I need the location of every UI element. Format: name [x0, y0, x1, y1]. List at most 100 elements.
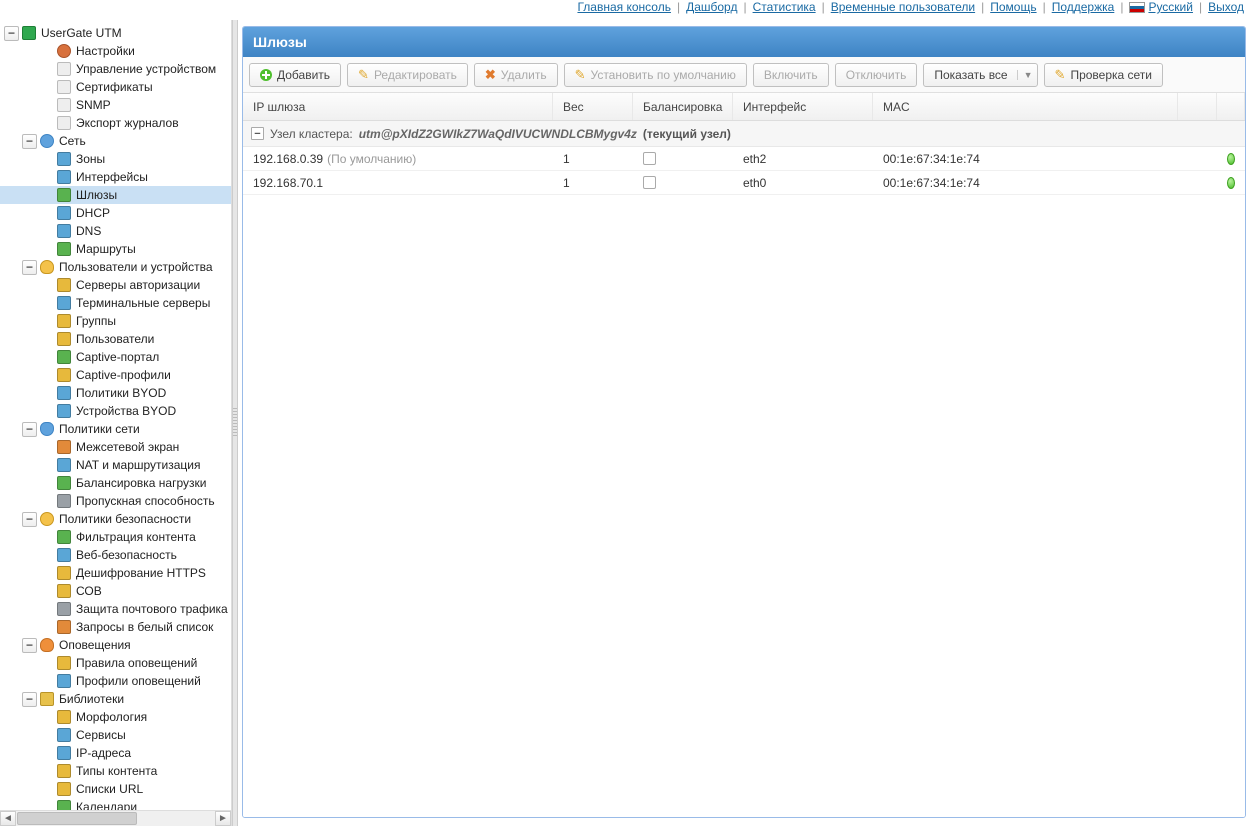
nav-support[interactable]: Поддержка	[1052, 0, 1115, 14]
tree-node[interactable]: SNMP	[0, 96, 231, 114]
tree-node[interactable]: Терминальные серверы	[0, 294, 231, 312]
edit-button[interactable]: ✎ Редактировать	[347, 63, 468, 87]
nav-logout[interactable]: Выход	[1208, 0, 1244, 14]
sec-icon	[39, 511, 55, 527]
scroll-right-icon[interactable]: ►	[215, 811, 231, 826]
expand-toggle-icon[interactable]: −	[22, 422, 37, 437]
tree-node[interactable]: − Библиотеки	[0, 690, 231, 708]
expand-toggle-icon[interactable]: −	[22, 260, 37, 275]
enable-button[interactable]: Включить	[753, 63, 829, 87]
expand-toggle-icon[interactable]: −	[22, 692, 37, 707]
tree-node[interactable]: −Политики сети	[0, 420, 231, 438]
tree-node[interactable]: −UserGate UTM	[0, 24, 231, 42]
tree-node[interactable]: Сертификаты	[0, 78, 231, 96]
tree-label: Запросы в белый список	[76, 620, 213, 634]
nav-statistics[interactable]: Статистика	[753, 0, 816, 14]
tree-label: Библиотеки	[59, 692, 124, 706]
tree-node[interactable]: Типы контента	[0, 762, 231, 780]
tree-node[interactable]: Экспорт журналов	[0, 114, 231, 132]
set-default-button[interactable]: ✎ Установить по умолчанию	[564, 63, 747, 87]
nav-tree[interactable]: −UserGate UTMНастройкиУправление устройс…	[0, 20, 231, 810]
tree-node[interactable]: Пользователи	[0, 330, 231, 348]
tree-node[interactable]: Серверы авторизации	[0, 276, 231, 294]
page-icon	[56, 61, 72, 77]
nav-dashboard[interactable]: Дашборд	[686, 0, 737, 14]
tree-node[interactable]: Профили оповещений	[0, 672, 231, 690]
col-balancing[interactable]: Балансировка	[633, 93, 733, 120]
tree-node[interactable]: Интерфейсы	[0, 168, 231, 186]
pencil-icon: ✎	[575, 67, 586, 83]
tree-node[interactable]: СОВ	[0, 582, 231, 600]
nav-temp-users[interactable]: Временные пользователи	[831, 0, 975, 14]
tree-node[interactable]: Морфология	[0, 708, 231, 726]
tree-node[interactable]: Captive-профили	[0, 366, 231, 384]
tree-node[interactable]: Балансировка нагрузки	[0, 474, 231, 492]
tree-node[interactable]: Сервисы	[0, 726, 231, 744]
tree-node[interactable]: −Политики безопасности	[0, 510, 231, 528]
tree-node[interactable]: IP-адреса	[0, 744, 231, 762]
collapse-icon[interactable]: −	[251, 127, 264, 140]
gear-icon	[56, 43, 72, 59]
leaf-orange-icon	[56, 439, 72, 455]
tree-label: DHCP	[76, 206, 110, 220]
tree-node[interactable]: NAT и маршрутизация	[0, 456, 231, 474]
col-interface[interactable]: Интерфейс	[733, 93, 873, 120]
lang-switch[interactable]: Русский	[1129, 0, 1193, 14]
col-mac[interactable]: MAC	[873, 93, 1178, 120]
tree-node[interactable]: Дешифрование HTTPS	[0, 564, 231, 582]
table-row[interactable]: 192.168.70.11eth000:1e:67:34:1e:74	[243, 171, 1245, 195]
nav-help[interactable]: Помощь	[990, 0, 1036, 14]
tree-label: DNS	[76, 224, 101, 238]
tree-node[interactable]: Межсетевой экран	[0, 438, 231, 456]
scroll-thumb[interactable]	[17, 812, 137, 825]
tree-node[interactable]: Защита почтового трафика	[0, 600, 231, 618]
tree-node[interactable]: Политики BYOD	[0, 384, 231, 402]
delete-button[interactable]: ✖ Удалить	[474, 63, 558, 87]
scroll-left-icon[interactable]: ◄	[0, 811, 16, 826]
sidebar-hscroll[interactable]: ◄ ►	[0, 810, 231, 826]
tree-node[interactable]: Маршруты	[0, 240, 231, 258]
expand-toggle-icon[interactable]: −	[4, 26, 19, 41]
tree-node[interactable]: −Пользователи и устройства	[0, 258, 231, 276]
cluster-group-row[interactable]: − Узел кластера: utm@pXIdZ2GWIkZ7WaQdIVU…	[243, 121, 1245, 147]
nav-main-console[interactable]: Главная консоль	[577, 0, 671, 14]
leaf-yellow-icon	[56, 583, 72, 599]
col-ip[interactable]: IP шлюза	[243, 93, 553, 120]
expand-toggle-icon[interactable]: −	[22, 134, 37, 149]
tree-node[interactable]: Веб-безопасность	[0, 546, 231, 564]
expand-toggle-icon[interactable]: −	[22, 512, 37, 527]
tree-node[interactable]: Управление устройством	[0, 60, 231, 78]
tree-node[interactable]: DHCP	[0, 204, 231, 222]
show-all-button[interactable]: Показать все ▼	[923, 63, 1037, 87]
expand-toggle-icon[interactable]: −	[22, 638, 37, 653]
tree-node[interactable]: Captive-портал	[0, 348, 231, 366]
tree-node[interactable]: −Оповещения	[0, 636, 231, 654]
grid-body[interactable]: − Узел кластера: utm@pXIdZ2GWIkZ7WaQdIVU…	[243, 121, 1245, 817]
tree-node[interactable]: Зоны	[0, 150, 231, 168]
tree-label: Captive-профили	[76, 368, 171, 382]
tree-node[interactable]: Запросы в белый список	[0, 618, 231, 636]
top-nav: Главная консоль| Дашборд| Статистика| Вр…	[0, 0, 1254, 20]
disable-button[interactable]: Отключить	[835, 63, 918, 87]
tree-node[interactable]: Фильтрация контента	[0, 528, 231, 546]
tree-node[interactable]: Календари	[0, 798, 231, 810]
tree-label: Защита почтового трафика	[76, 602, 228, 616]
checkbox[interactable]	[643, 176, 656, 189]
tree-node[interactable]: Настройки	[0, 42, 231, 60]
tree-node[interactable]: DNS	[0, 222, 231, 240]
net-check-button[interactable]: ✎ Проверка сети	[1044, 63, 1163, 87]
tree-node[interactable]: Пропускная способность	[0, 492, 231, 510]
tree-node[interactable]: Группы	[0, 312, 231, 330]
cell-weight: 1	[553, 171, 633, 194]
col-weight[interactable]: Вес	[553, 93, 633, 120]
table-row[interactable]: 192.168.0.39(По умолчанию)1eth200:1e:67:…	[243, 147, 1245, 171]
tree-node[interactable]: Устройства BYOD	[0, 402, 231, 420]
tree-label: Пользователи	[76, 332, 154, 346]
add-button[interactable]: Добавить	[249, 63, 341, 87]
tree-node[interactable]: Правила оповещений	[0, 654, 231, 672]
tree-node[interactable]: Шлюзы	[0, 186, 231, 204]
tree-node[interactable]: −Сеть	[0, 132, 231, 150]
checkbox[interactable]	[643, 152, 656, 165]
tree-node[interactable]: Списки URL	[0, 780, 231, 798]
col-status	[1217, 93, 1245, 120]
